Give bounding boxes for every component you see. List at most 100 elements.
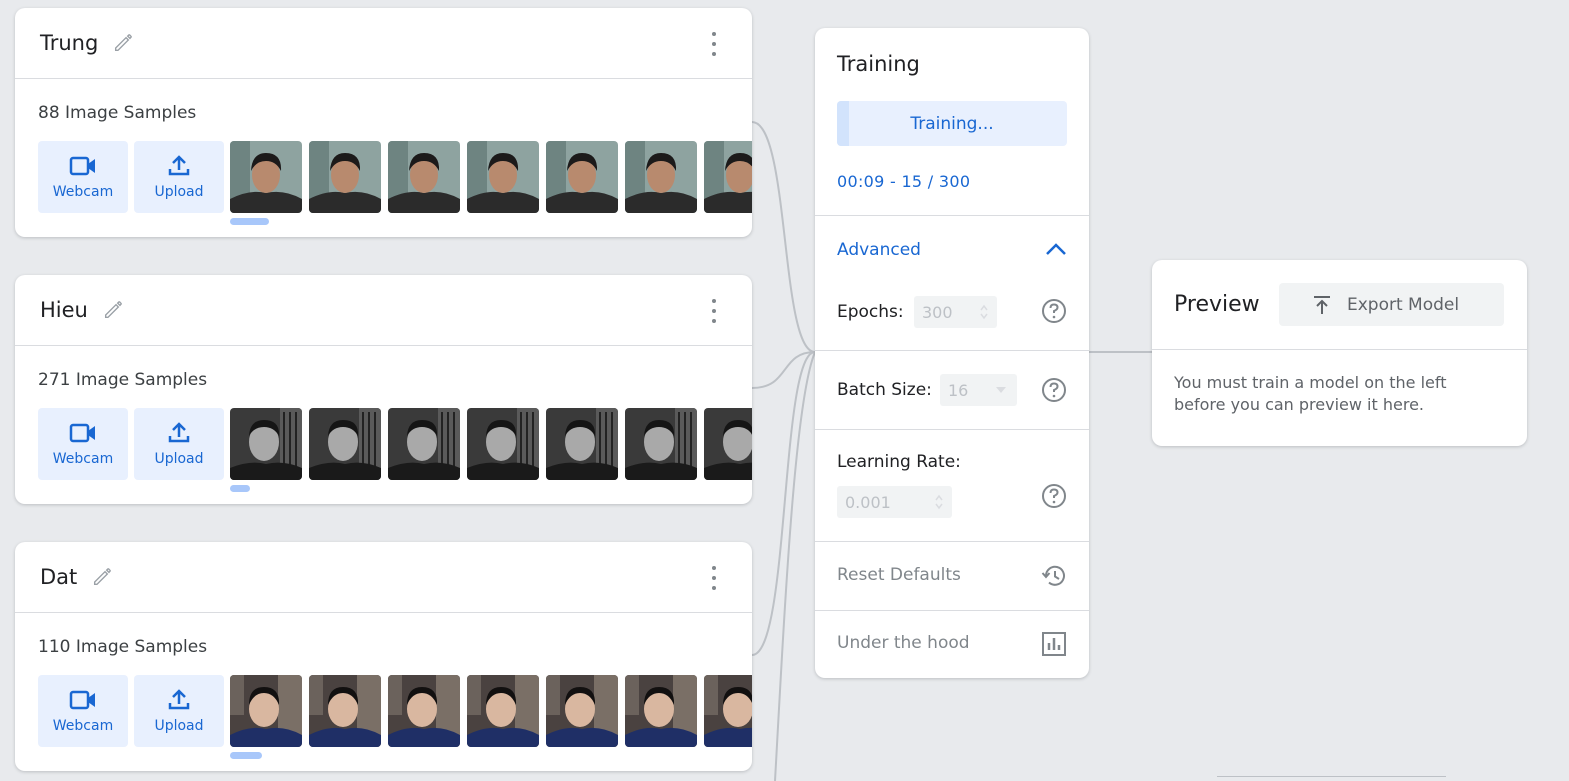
epochs-input[interactable]: 300 bbox=[914, 296, 997, 328]
class-card-header: Hieu bbox=[15, 275, 752, 346]
sample-count: 271 Image Samples bbox=[38, 370, 208, 390]
sample-thumbnail[interactable] bbox=[230, 675, 302, 747]
divider bbox=[815, 215, 1089, 216]
webcam-label: Webcam bbox=[52, 451, 114, 467]
learning-rate-value: 0.001 bbox=[845, 492, 891, 512]
webcam-button[interactable]: Webcam bbox=[38, 141, 128, 213]
upload-button[interactable]: Upload bbox=[134, 408, 224, 480]
class-card-hieu: Hieu 271 Image Samples Webcam Upload bbox=[15, 275, 752, 504]
sample-thumbnail[interactable] bbox=[546, 408, 618, 480]
thumbnail-scroll-indicator[interactable] bbox=[230, 218, 269, 225]
pencil-icon[interactable] bbox=[100, 297, 126, 323]
train-model-button[interactable]: Training... bbox=[837, 101, 1067, 146]
divider bbox=[815, 541, 1089, 542]
pencil-icon[interactable] bbox=[89, 564, 115, 590]
pencil-icon[interactable] bbox=[110, 30, 136, 56]
divider bbox=[815, 429, 1089, 430]
sample-thumbnail[interactable] bbox=[546, 675, 618, 747]
sample-thumbnail[interactable] bbox=[230, 408, 302, 480]
thumbnail-strip bbox=[230, 675, 752, 747]
more-vert-icon[interactable] bbox=[704, 32, 724, 56]
help-icon[interactable] bbox=[1041, 298, 1067, 324]
sample-thumbnail[interactable] bbox=[388, 141, 460, 213]
spinner-icon[interactable] bbox=[979, 302, 989, 322]
upload-button[interactable]: Upload bbox=[134, 675, 224, 747]
export-label: Export Model bbox=[1347, 294, 1460, 315]
sample-thumbnail[interactable] bbox=[467, 141, 539, 213]
class-card-dat: Dat 110 Image Samples Webcam Upload bbox=[15, 542, 752, 771]
training-panel: Training Training... 00:09 - 15 / 300 Ad… bbox=[815, 28, 1089, 678]
learning-rate-input[interactable]: 0.001 bbox=[837, 486, 952, 518]
preview-message: You must train a model on the left befor… bbox=[1174, 373, 1447, 414]
learning-rate-label: Learning Rate: bbox=[837, 452, 961, 472]
under-the-hood-button[interactable]: Under the hood bbox=[837, 633, 970, 653]
sample-thumbnail[interactable] bbox=[388, 675, 460, 747]
divider bbox=[815, 350, 1089, 351]
train-button-label: Training... bbox=[910, 113, 994, 134]
chevron-up-icon[interactable] bbox=[1043, 239, 1069, 259]
sample-thumbnail[interactable] bbox=[625, 675, 697, 747]
videocam-icon bbox=[69, 156, 95, 176]
sample-thumbnail[interactable] bbox=[309, 141, 381, 213]
batch-size-label: Batch Size: bbox=[837, 380, 932, 400]
sample-thumbnail[interactable] bbox=[625, 141, 697, 213]
thumbnail-scroll-indicator[interactable] bbox=[230, 752, 262, 759]
export-icon bbox=[1314, 295, 1330, 314]
sample-thumbnail[interactable] bbox=[704, 675, 752, 747]
sample-thumbnail[interactable] bbox=[467, 408, 539, 480]
batch-size-value: 16 bbox=[948, 380, 969, 400]
sample-count: 110 Image Samples bbox=[38, 637, 208, 657]
batch-size-select[interactable]: 16 bbox=[940, 374, 1017, 406]
epochs-label: Epochs: bbox=[837, 302, 904, 322]
divider bbox=[815, 610, 1089, 611]
sample-thumbnail[interactable] bbox=[309, 408, 381, 480]
history-icon[interactable] bbox=[1041, 563, 1067, 589]
training-status: 00:09 - 15 / 300 bbox=[837, 172, 971, 191]
webcam-label: Webcam bbox=[52, 718, 114, 734]
training-title: Training bbox=[837, 52, 920, 76]
dropdown-arrow-icon bbox=[996, 387, 1006, 393]
help-icon[interactable] bbox=[1041, 483, 1067, 509]
reset-defaults-button[interactable]: Reset Defaults bbox=[837, 565, 961, 585]
upload-icon bbox=[168, 689, 190, 710]
sample-thumbnail[interactable] bbox=[704, 408, 752, 480]
sample-count: 88 Image Samples bbox=[38, 103, 197, 123]
sample-thumbnail[interactable] bbox=[546, 141, 618, 213]
thumbnail-strip bbox=[230, 408, 752, 480]
upload-button[interactable]: Upload bbox=[134, 141, 224, 213]
more-vert-icon[interactable] bbox=[704, 299, 724, 323]
epochs-value: 300 bbox=[922, 302, 953, 322]
sample-thumbnail[interactable] bbox=[467, 675, 539, 747]
sample-thumbnail[interactable] bbox=[704, 141, 752, 213]
upload-label: Upload bbox=[154, 451, 204, 467]
sample-thumbnail[interactable] bbox=[309, 675, 381, 747]
advanced-toggle[interactable]: Advanced bbox=[837, 240, 921, 260]
class-card-header: Dat bbox=[15, 542, 752, 613]
thumbnail-strip bbox=[230, 141, 752, 213]
sample-thumbnail[interactable] bbox=[388, 408, 460, 480]
webcam-label: Webcam bbox=[52, 184, 114, 200]
thumbnail-scroll-indicator[interactable] bbox=[230, 485, 250, 492]
offscreen-card-edge bbox=[1217, 776, 1446, 777]
webcam-button[interactable]: Webcam bbox=[38, 675, 128, 747]
class-card-header: Trung bbox=[15, 8, 752, 79]
divider bbox=[1152, 349, 1527, 350]
help-icon[interactable] bbox=[1041, 377, 1067, 403]
class-name[interactable]: Dat bbox=[40, 565, 77, 589]
sample-thumbnail[interactable] bbox=[625, 408, 697, 480]
videocam-icon bbox=[69, 690, 95, 710]
bar-chart-icon[interactable] bbox=[1041, 631, 1067, 657]
webcam-button[interactable]: Webcam bbox=[38, 408, 128, 480]
spinner-icon[interactable] bbox=[934, 492, 944, 512]
class-name[interactable]: Hieu bbox=[40, 298, 88, 322]
export-model-button[interactable]: Export Model bbox=[1279, 283, 1504, 326]
class-name[interactable]: Trung bbox=[40, 31, 98, 55]
videocam-icon bbox=[69, 423, 95, 443]
preview-panel: Preview Export Model You must train a mo… bbox=[1152, 260, 1527, 446]
preview-title: Preview bbox=[1174, 292, 1260, 317]
upload-icon bbox=[168, 155, 190, 176]
more-vert-icon[interactable] bbox=[704, 566, 724, 590]
upload-label: Upload bbox=[154, 184, 204, 200]
upload-label: Upload bbox=[154, 718, 204, 734]
sample-thumbnail[interactable] bbox=[230, 141, 302, 213]
